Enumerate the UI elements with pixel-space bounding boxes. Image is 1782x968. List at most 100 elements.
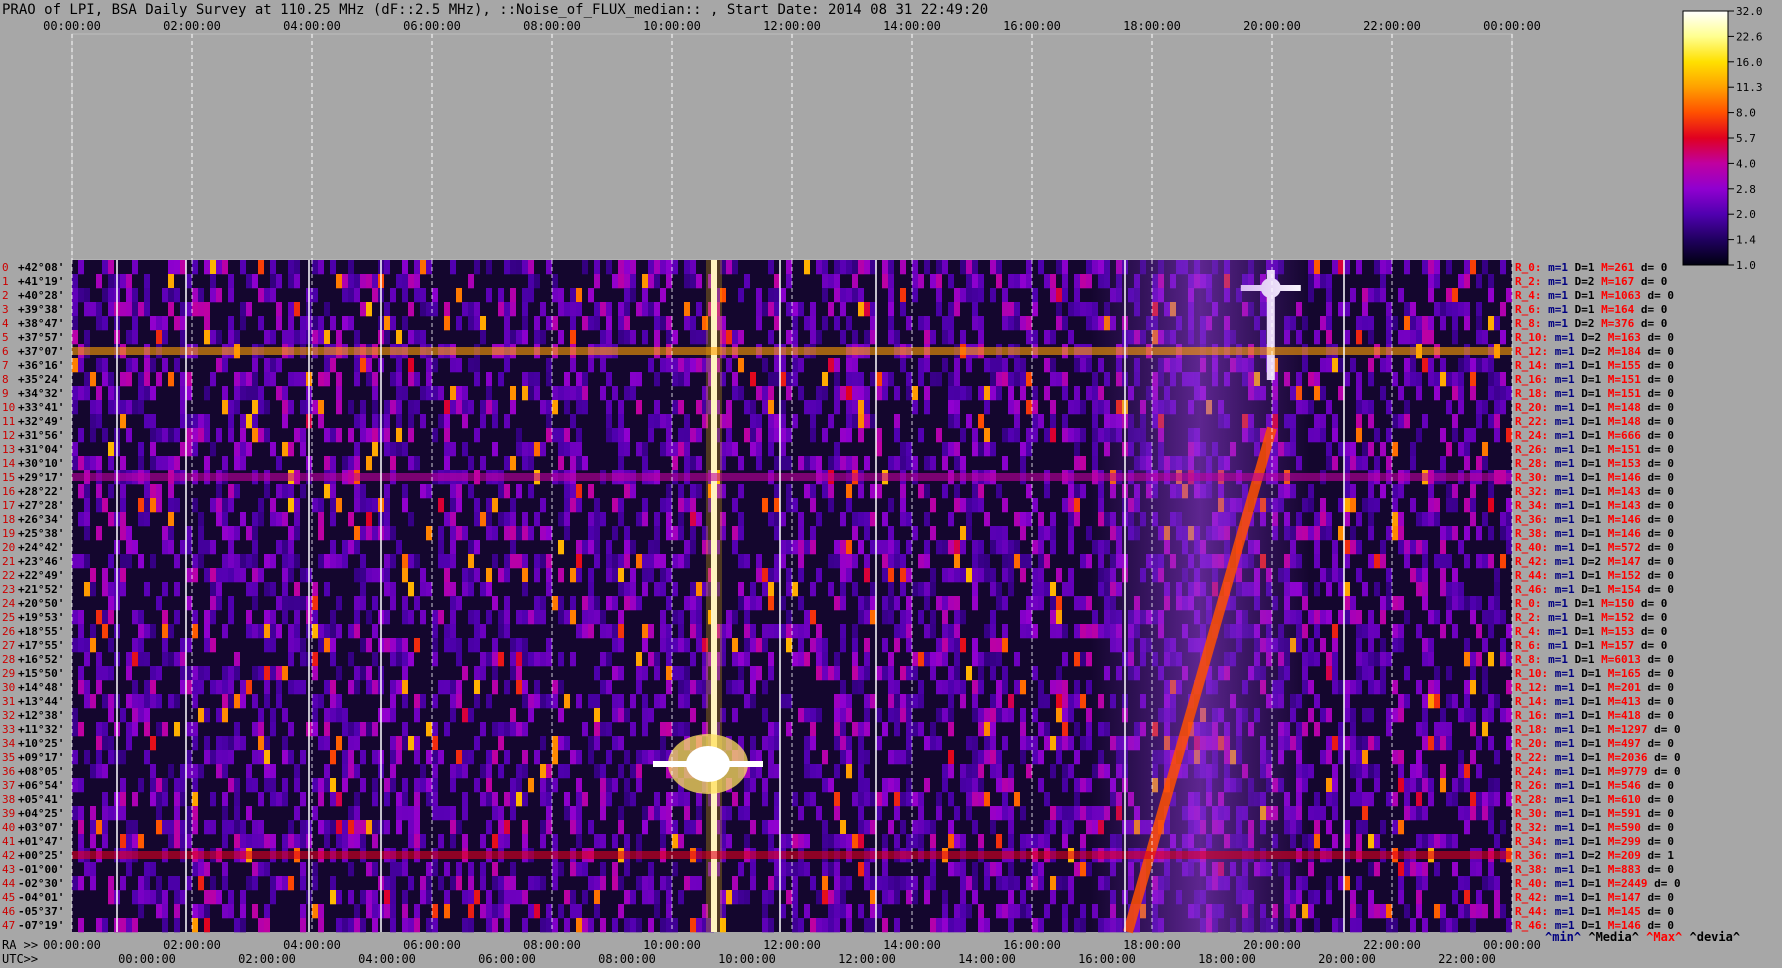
heatmap-cell: [1026, 610, 1032, 625]
heatmap-cell: [564, 498, 570, 513]
heatmap-cell: [690, 708, 696, 723]
heatmap-cell: [1326, 708, 1332, 723]
heatmap-cell: [594, 554, 600, 569]
heatmap-cell: [1332, 764, 1338, 779]
heatmap-cell: [774, 554, 780, 569]
heatmap-cell: [816, 400, 822, 415]
heatmap-cell: [1044, 582, 1050, 597]
heatmap-cell: [732, 680, 738, 695]
heatmap-cell: [228, 694, 234, 709]
heatmap-cell: [1470, 358, 1476, 373]
heatmap-cell: [1488, 778, 1494, 793]
heatmap-cell: [498, 876, 504, 891]
heatmap-cell: [1488, 316, 1494, 331]
heatmap-cell: [852, 680, 858, 695]
heatmap-cell: [762, 820, 768, 835]
heatmap-cell: [912, 666, 918, 681]
heatmap-cell: [1380, 680, 1386, 695]
heatmap-cell: [318, 330, 324, 345]
heatmap-cell: [840, 386, 846, 401]
heatmap-cell: [390, 442, 396, 457]
heatmap-cell: [108, 372, 114, 387]
heatmap-cell: [1422, 330, 1428, 345]
heatmap-cell: [558, 610, 564, 625]
heatmap-cell: [1470, 806, 1476, 821]
heatmap-cell: [552, 428, 558, 443]
heatmap-cell: [300, 568, 306, 583]
heatmap-cell: [672, 722, 678, 737]
heatmap-cell: [570, 820, 576, 835]
heatmap-cell: [1362, 624, 1368, 639]
heatmap-cell: [1476, 596, 1482, 611]
heatmap-cell: [684, 820, 690, 835]
heatmap-cell: [1338, 498, 1344, 513]
heatmap-cell: [414, 736, 420, 751]
heatmap-cell: [456, 316, 462, 331]
heatmap-cell: [1422, 358, 1428, 373]
heatmap-cell: [978, 442, 984, 457]
heatmap-cell: [180, 638, 186, 653]
heatmap-cell: [1368, 330, 1374, 345]
heatmap-cell: [588, 568, 594, 583]
heatmap-cell: [1488, 806, 1494, 821]
heatmap-cell: [960, 876, 966, 891]
heatmap-cell: [144, 386, 150, 401]
heatmap-cell: [630, 540, 636, 555]
heatmap-cell: [1314, 624, 1320, 639]
heatmap-cell: [954, 442, 960, 457]
heatmap-cell: [156, 722, 162, 737]
heatmap-cell: [150, 862, 156, 877]
heatmap-cell: [942, 708, 948, 723]
heatmap-cell: [180, 442, 186, 457]
heatmap-cell: [516, 792, 522, 807]
heatmap-cell: [132, 694, 138, 709]
heatmap-cell: [612, 834, 618, 849]
heatmap-cell: [144, 750, 150, 765]
heatmap-cell: [846, 288, 852, 303]
heatmap-cell: [78, 680, 84, 695]
heatmap-cell: [324, 680, 330, 695]
heatmap-cell: [108, 288, 114, 303]
heatmap-cell: [1026, 624, 1032, 639]
heatmap-cell: [126, 652, 132, 667]
heatmap-cell: [384, 876, 390, 891]
heatmap-cell: [156, 316, 162, 331]
heatmap-cell: [1050, 582, 1056, 597]
heatmap-cell: [390, 708, 396, 723]
heatmap-cell: [540, 834, 546, 849]
heatmap-cell: [78, 288, 84, 303]
heatmap-cell: [1464, 358, 1470, 373]
heatmap-cell: [1002, 708, 1008, 723]
heatmap-cell: [438, 806, 444, 821]
heatmap-cell: [612, 638, 618, 653]
heatmap-cell: [546, 778, 552, 793]
heatmap-cell: [636, 680, 642, 695]
heatmap-cell: [1050, 764, 1056, 779]
heatmap-cell: [1458, 596, 1464, 611]
heatmap-cell: [864, 778, 870, 793]
heatmap-cell: [900, 288, 906, 303]
heatmap-cell: [1398, 764, 1404, 779]
heatmap-cell: [384, 330, 390, 345]
heatmap-cell: [828, 456, 834, 471]
heatmap-cell: [894, 694, 900, 709]
heatmap-cell: [348, 456, 354, 471]
heatmap-cell: [126, 400, 132, 415]
heatmap-cell: [144, 302, 150, 317]
heatmap-cell: [954, 400, 960, 415]
heatmap-cell: [444, 400, 450, 415]
heatmap-cell: [216, 288, 222, 303]
heatmap-cell: [546, 428, 552, 443]
heatmap-cell: [828, 582, 834, 597]
heatmap-cell: [252, 666, 258, 681]
heatmap-cell: [282, 778, 288, 793]
heatmap-cell: [966, 414, 972, 429]
heatmap-cell: [984, 428, 990, 443]
heatmap-cell: [1314, 260, 1320, 275]
heatmap-cell: [888, 582, 894, 597]
heatmap-cell: [498, 834, 504, 849]
heatmap-cell: [798, 358, 804, 373]
heatmap-cell: [270, 274, 276, 289]
heatmap-cell: [402, 736, 408, 751]
heatmap-cell: [678, 498, 684, 513]
